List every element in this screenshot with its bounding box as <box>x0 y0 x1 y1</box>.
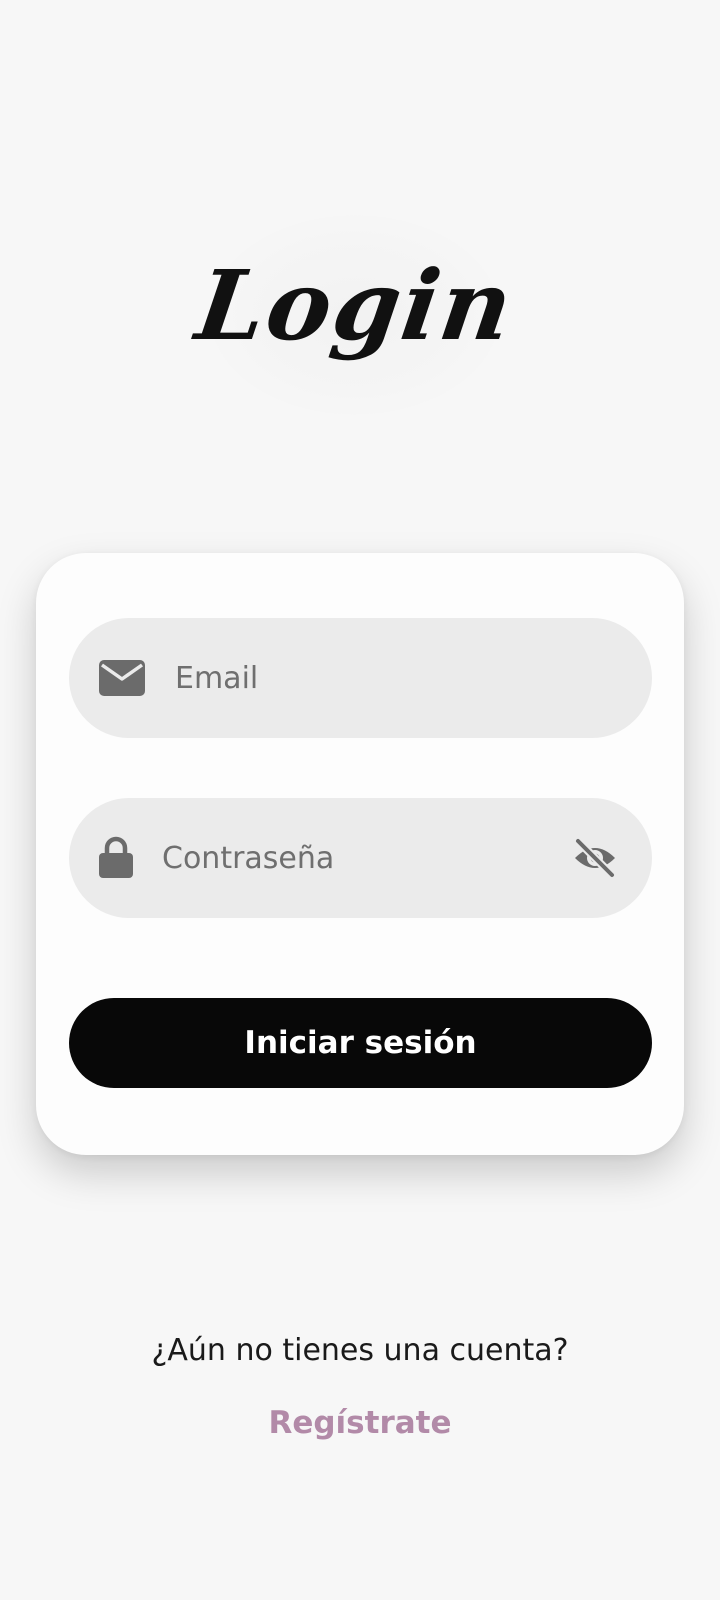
email-field-container[interactable] <box>69 618 652 738</box>
login-card: Iniciar sesión <box>36 553 684 1155</box>
email-input[interactable] <box>175 618 615 738</box>
password-field-container[interactable] <box>69 798 652 918</box>
logo-container: Login <box>190 215 520 415</box>
signup-link[interactable]: Regístrate <box>0 1405 720 1441</box>
login-logo-text: Login <box>189 248 521 362</box>
eye-slash-icon[interactable] <box>572 838 618 878</box>
password-input[interactable] <box>162 798 542 918</box>
login-button[interactable]: Iniciar sesión <box>69 998 652 1088</box>
mail-icon <box>99 660 145 696</box>
signup-prompt-text: ¿Aún no tienes una cuenta? <box>151 1333 569 1368</box>
lock-icon <box>99 836 133 878</box>
